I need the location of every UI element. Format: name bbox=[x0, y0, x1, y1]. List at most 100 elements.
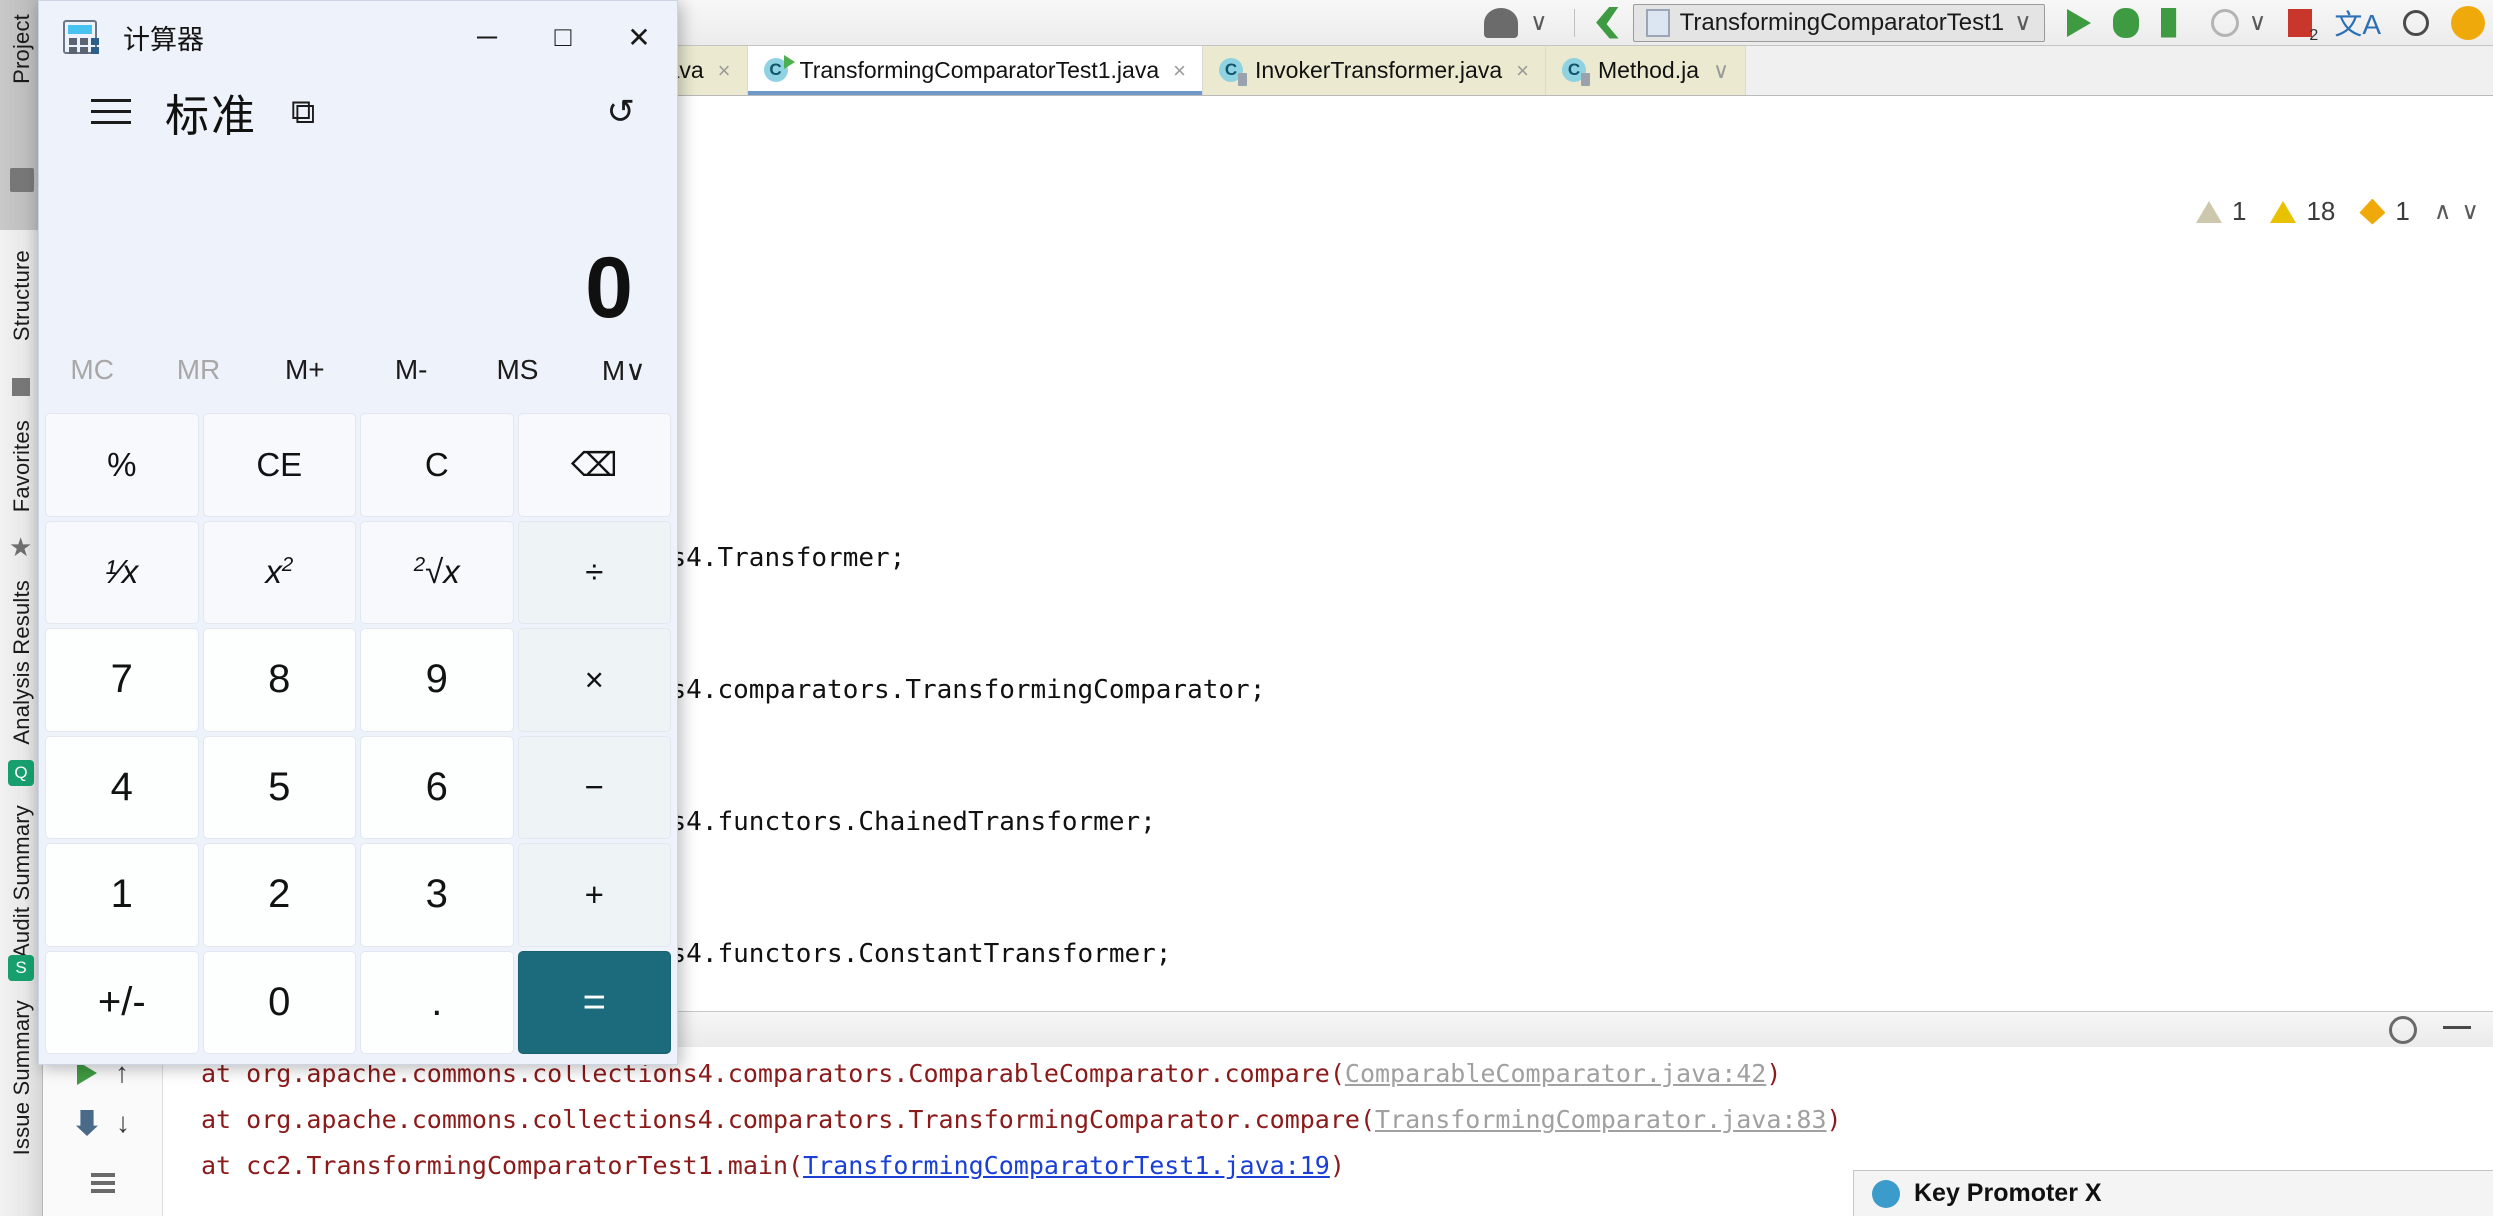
close-button[interactable]: ✕ bbox=[601, 1, 677, 73]
square-key[interactable]: x2 bbox=[202, 520, 356, 624]
tab-transformingcomparatortest1[interactable]: C TransformingComparatorTest1.java × bbox=[747, 46, 1203, 95]
tab-overflow-icon[interactable]: ∨ bbox=[1713, 58, 1729, 84]
display-value: 0 bbox=[585, 240, 633, 336]
notification-title: Key Promoter X bbox=[1914, 1179, 2102, 1207]
tab-close-icon[interactable]: × bbox=[718, 58, 731, 84]
folder-icon bbox=[10, 168, 34, 192]
negate-key[interactable]: +/- bbox=[45, 950, 199, 1054]
key-promoter-icon bbox=[1872, 1179, 1900, 1208]
digit-3-key[interactable]: 3 bbox=[360, 843, 514, 947]
back-arrow-icon[interactable] bbox=[1596, 6, 1619, 39]
stack-trace-link[interactable]: TransformingComparatorTest1.java:19 bbox=[803, 1151, 1330, 1180]
clear-entry-key[interactable]: CE bbox=[202, 413, 356, 517]
multiply-key[interactable]: × bbox=[517, 628, 671, 732]
memory-list-button[interactable]: M∨ bbox=[571, 354, 677, 387]
backspace-key[interactable]: ⌫ bbox=[517, 413, 671, 517]
calculator-mode-label: 标准 bbox=[165, 92, 257, 141]
subtract-key[interactable]: − bbox=[517, 735, 671, 839]
divide-key[interactable]: ÷ bbox=[517, 520, 671, 624]
percent-key[interactable]: % bbox=[45, 413, 199, 517]
chevron-down-icon[interactable]: ∨ bbox=[2014, 8, 2032, 37]
run-config-icon bbox=[1645, 8, 1670, 37]
tab-close-icon[interactable]: × bbox=[1173, 58, 1186, 84]
weak-warning-count: 1 bbox=[2231, 196, 2247, 226]
sidebar-item-analysis-results[interactable]: Analysis Results bbox=[9, 580, 35, 745]
keep-on-top-icon[interactable]: ⧉ bbox=[291, 93, 315, 132]
digit-4-key[interactable]: 4 bbox=[45, 735, 199, 839]
sidebar-item-project[interactable]: Project bbox=[9, 14, 35, 84]
digit-0-key[interactable]: 0 bbox=[202, 950, 356, 1054]
maximize-button[interactable]: □ bbox=[525, 1, 601, 73]
run-coverage-icon[interactable] bbox=[2160, 7, 2177, 38]
plugin-inspection-count: 1 bbox=[2395, 196, 2410, 226]
tab-invokertransformer[interactable]: C InvokerTransformer.java × bbox=[1202, 46, 1546, 95]
scroll-down-icon[interactable]: ↓ bbox=[116, 1107, 130, 1139]
warning-icon bbox=[2270, 200, 2297, 223]
sqrt-key[interactable]: 2√x bbox=[360, 520, 514, 624]
digit-8-key[interactable]: 8 bbox=[202, 628, 356, 732]
calculator-keypad: % CE C ⌫ ¹⁄x x2 2√x ÷ 7 8 9 × 4 5 6 − 1 … bbox=[39, 409, 677, 1064]
digit-7-key[interactable]: 7 bbox=[45, 628, 199, 732]
digit-9-key[interactable]: 9 bbox=[360, 628, 514, 732]
digit-1-key[interactable]: 1 bbox=[45, 843, 199, 947]
plugin-inspection-icon bbox=[2359, 198, 2386, 225]
tab-close-icon[interactable]: × bbox=[1516, 58, 1529, 84]
digit-2-key[interactable]: 2 bbox=[202, 843, 356, 947]
update-icon[interactable] bbox=[2451, 5, 2485, 40]
sidebar-item-favorites[interactable]: Favorites bbox=[9, 420, 35, 512]
weak-warning-icon bbox=[2195, 200, 2222, 223]
profile-icon[interactable] bbox=[2210, 8, 2239, 37]
minimize-icon[interactable] bbox=[2443, 1026, 2471, 1029]
tab-label: TransformingComparatorTest1.java bbox=[799, 57, 1160, 83]
digit-6-key[interactable]: 6 bbox=[360, 735, 514, 839]
sidebar-item-issue-summary[interactable]: Issue Summary bbox=[9, 1000, 35, 1155]
sidebar-item-structure[interactable]: Structure bbox=[9, 250, 35, 341]
reciprocal-key[interactable]: ¹⁄x bbox=[45, 520, 199, 624]
tool-window-strip: Project Structure Favorites ★ Analysis R… bbox=[0, 0, 43, 1216]
run-configuration-selector[interactable]: TransformingComparatorTest1 ∨ bbox=[1632, 3, 2045, 42]
minimize-button[interactable]: ─ bbox=[449, 1, 525, 73]
debug-icon[interactable] bbox=[2112, 7, 2139, 38]
inspection-widget[interactable]: 1 18 1 ∧ ∨ bbox=[2195, 196, 2479, 227]
user-icon[interactable] bbox=[1484, 7, 1519, 38]
print-icon[interactable] bbox=[91, 1173, 115, 1177]
stack-trace-link[interactable]: ComparableComparator.java:42 bbox=[1345, 1059, 1766, 1088]
memory-recall-button[interactable]: MR bbox=[145, 354, 251, 386]
console-row-2: ↓ bbox=[43, 1099, 163, 1147]
profile-caret-icon[interactable]: ∨ bbox=[2249, 8, 2267, 37]
chevron-up-icon[interactable]: ∧ bbox=[2434, 197, 2452, 226]
gear-icon[interactable] bbox=[2389, 1016, 2417, 1044]
translate-icon[interactable]: 文A bbox=[2334, 3, 2381, 43]
hamburger-icon[interactable] bbox=[91, 99, 131, 125]
memory-add-button[interactable]: M+ bbox=[252, 354, 358, 386]
warning-count: 18 bbox=[2306, 196, 2336, 226]
stop-icon[interactable]: 2 bbox=[2288, 8, 2318, 44]
stop-badge: 2 bbox=[2309, 26, 2319, 44]
clear-key[interactable]: C bbox=[360, 413, 514, 517]
wrench-icon[interactable] bbox=[76, 1110, 98, 1136]
run-console-panel: ↑ ↓ at org.apache.commons.collections4.c… bbox=[43, 1011, 2493, 1216]
key-promoter-notification[interactable]: Key Promoter X bbox=[1853, 1170, 2493, 1216]
calculator-window[interactable]: 计算器 ─ □ ✕ 标准 ⧉ ↺ 0 MC MR M+ M- MS M∨ % C… bbox=[38, 0, 678, 1065]
tab-method[interactable]: C Method.ja ∨ bbox=[1545, 46, 1747, 95]
digit-5-key[interactable]: 5 bbox=[202, 735, 356, 839]
chevron-down-icon[interactable]: ∨ bbox=[2461, 197, 2479, 226]
run-icon[interactable] bbox=[2066, 8, 2091, 37]
search-icon[interactable] bbox=[2403, 9, 2429, 36]
console-row-3 bbox=[43, 1151, 163, 1199]
s-badge-icon: S bbox=[8, 955, 34, 981]
sidebar-item-audit-summary[interactable]: Audit Summary bbox=[9, 805, 35, 958]
add-key[interactable]: + bbox=[517, 843, 671, 947]
memory-clear-button[interactable]: MC bbox=[39, 354, 145, 386]
memory-store-button[interactable]: MS bbox=[464, 354, 570, 386]
java-class-icon: C bbox=[1218, 57, 1247, 86]
tab-label: InvokerTransformer.java bbox=[1254, 57, 1503, 83]
history-icon[interactable]: ↺ bbox=[607, 92, 636, 132]
stack-trace-link[interactable]: TransformingComparator.java:83 bbox=[1375, 1105, 1827, 1134]
stack-trace-line[interactable]: at org.apache.commons.collections4.compa… bbox=[201, 1097, 2493, 1143]
equals-key[interactable]: = bbox=[517, 950, 671, 1054]
calculator-titlebar[interactable]: 计算器 ─ □ ✕ bbox=[39, 1, 677, 73]
memory-subtract-button[interactable]: M- bbox=[358, 354, 464, 386]
decimal-key[interactable]: . bbox=[360, 950, 514, 1054]
caret-down-icon[interactable]: ∨ bbox=[1530, 8, 1548, 37]
